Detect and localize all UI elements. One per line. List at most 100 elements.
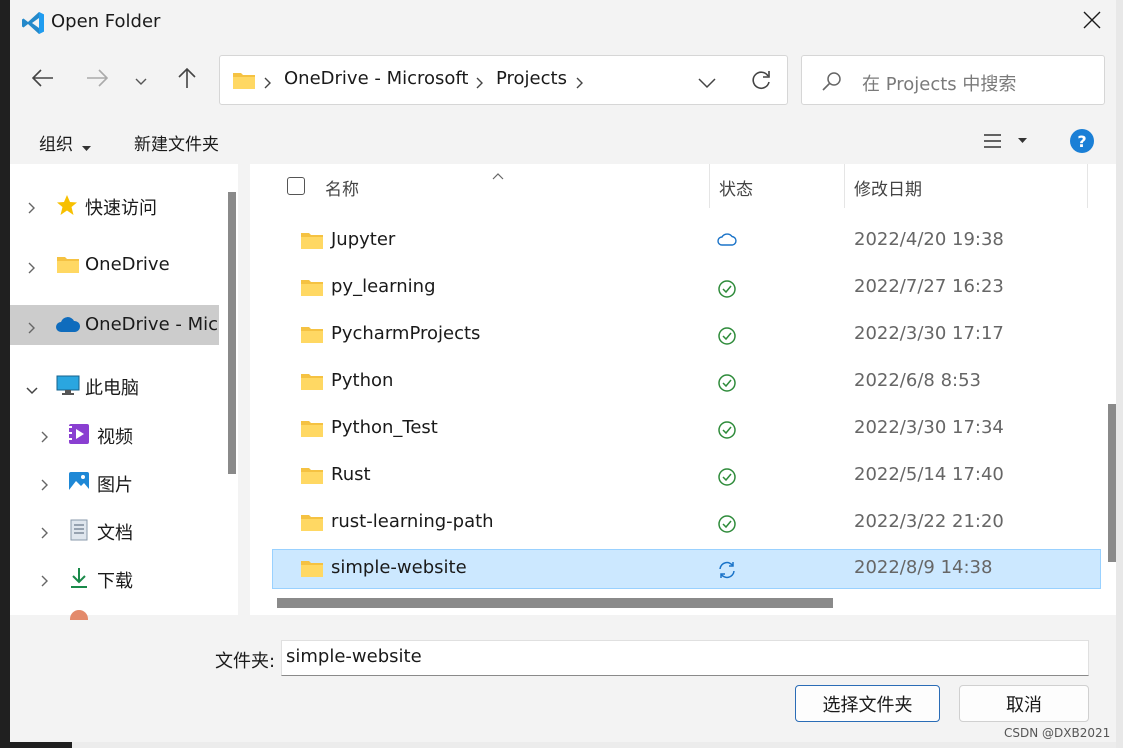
chevron-right-icon[interactable]	[41, 524, 49, 543]
select-folder-button[interactable]: 选择文件夹	[795, 685, 940, 722]
breadcrumb-separator-icon	[476, 74, 484, 93]
file-row[interactable]: Jupyter 2022/4/20 19:38	[272, 221, 1090, 261]
folder-icon	[300, 467, 324, 489]
computer-icon	[56, 374, 80, 400]
file-name: Python_Test	[331, 417, 438, 438]
nav-item-documents[interactable]: 文档	[10, 511, 219, 549]
help-icon[interactable]: ?	[1070, 129, 1094, 153]
search-icon	[822, 71, 842, 95]
file-name: Python	[331, 370, 394, 391]
folder-icon	[232, 70, 256, 94]
back-button[interactable]	[26, 62, 60, 98]
column-divider[interactable]	[709, 164, 710, 208]
window-title: Open Folder	[51, 11, 161, 32]
up-button[interactable]	[170, 62, 204, 98]
nav-item-onedrive[interactable]: OneDrive	[10, 246, 219, 284]
check-circle-icon	[717, 467, 737, 491]
cloud-icon	[55, 317, 81, 337]
chevron-right-icon[interactable]	[28, 259, 36, 278]
column-name[interactable]: 名称	[325, 175, 359, 200]
list-view-icon[interactable]	[982, 131, 1038, 155]
folder-icon	[56, 254, 80, 278]
check-circle-icon	[717, 326, 737, 350]
breadcrumb-separator-icon	[264, 74, 272, 93]
nav-item-videos[interactable]: 视频	[10, 415, 219, 453]
search-placeholder: 在 Projects 中搜索	[862, 74, 1017, 95]
file-modified: 2022/6/8 8:53	[854, 370, 981, 391]
file-modified: 2022/3/30 17:34	[854, 417, 1004, 438]
file-row[interactable]: Rust 2022/5/14 17:40	[272, 456, 1090, 496]
nav-item-downloads[interactable]: 下载	[10, 559, 219, 597]
folder-field-label: 文件夹:	[215, 651, 276, 672]
horizontal-scrollbar-thumb[interactable]	[277, 598, 833, 608]
column-modified[interactable]: 修改日期	[854, 175, 922, 200]
folder-icon	[300, 279, 324, 301]
breadcrumb-separator-icon[interactable]	[576, 74, 584, 93]
vscode-icon	[20, 10, 46, 36]
nav-label: OneDrive - Microsoft	[85, 314, 219, 335]
search-field[interactable]: 在 Projects 中搜索	[801, 55, 1105, 105]
refresh-icon[interactable]	[750, 69, 772, 95]
nav-scrollbar-thumb[interactable]	[228, 192, 236, 474]
file-list: 名称 状态 修改日期 Jupyter 2022/4/20 19:38 py_le…	[250, 164, 1116, 615]
video-icon	[68, 423, 90, 449]
nav-item-this-pc[interactable]: 此电脑	[10, 366, 219, 404]
arrow-right-icon	[86, 69, 109, 91]
organize-menu[interactable]: 组织	[39, 130, 73, 155]
recent-locations-button[interactable]	[124, 62, 158, 98]
chevron-right-icon[interactable]	[28, 319, 36, 338]
nav-item-pictures[interactable]: 图片	[10, 463, 219, 501]
folder-name-input[interactable]: simple-website	[281, 640, 1089, 676]
nav-item-quick-access[interactable]: 快速访问	[10, 186, 219, 224]
file-modified: 2022/8/9 14:38	[854, 557, 993, 578]
file-row[interactable]: Python 2022/6/8 8:53	[272, 362, 1090, 402]
chevron-right-icon[interactable]	[41, 476, 49, 495]
sync-icon	[717, 560, 737, 584]
background-window-edge	[1116, 0, 1123, 748]
nav-label: 下载	[97, 571, 133, 592]
column-divider[interactable]	[1087, 164, 1088, 208]
file-row-selected[interactable]: simple-website 2022/8/9 14:38	[272, 549, 1101, 589]
column-divider[interactable]	[844, 164, 845, 208]
file-modified: 2022/7/27 16:23	[854, 276, 1004, 297]
arrow-up-icon	[177, 67, 197, 93]
file-name: Jupyter	[331, 229, 396, 250]
breadcrumb-onedrive-microsoft[interactable]: OneDrive - Microsoft	[284, 68, 469, 89]
chevron-right-icon[interactable]	[41, 428, 49, 447]
file-name: simple-website	[331, 557, 467, 578]
background-window	[72, 742, 1116, 748]
chevron-down-icon[interactable]	[26, 380, 38, 399]
nav-label: 文档	[97, 523, 133, 544]
select-all-checkbox[interactable]	[287, 177, 305, 195]
file-row[interactable]: py_learning 2022/7/27 16:23	[272, 268, 1090, 308]
vertical-scrollbar-thumb[interactable]	[1108, 404, 1116, 562]
folder-icon	[300, 420, 324, 442]
title-bar: Open Folder	[10, 0, 1116, 44]
check-circle-icon	[717, 373, 737, 397]
address-bar[interactable]: OneDrive - Microsoft Projects	[219, 55, 788, 105]
file-row[interactable]: Python_Test 2022/3/30 17:34	[272, 409, 1090, 449]
check-circle-icon	[717, 514, 737, 538]
column-status[interactable]: 状态	[719, 175, 753, 200]
close-button[interactable]	[1072, 6, 1112, 38]
background-window	[0, 44, 10, 748]
new-folder-button[interactable]: 新建文件夹	[134, 130, 219, 155]
cancel-button[interactable]: 取消	[959, 685, 1089, 722]
chevron-right-icon[interactable]	[28, 199, 36, 218]
command-bar: 组织 新建文件夹 ?	[10, 118, 1116, 164]
file-row[interactable]: PycharmProjects 2022/3/30 17:17	[272, 315, 1090, 355]
watermark: CSDN @DXB2021	[1004, 726, 1111, 740]
nav-label: OneDrive	[85, 254, 170, 275]
file-modified: 2022/3/22 21:20	[854, 511, 1004, 532]
check-circle-icon	[717, 279, 737, 303]
chevron-right-icon[interactable]	[41, 572, 49, 591]
forward-button[interactable]	[80, 62, 114, 98]
file-name: PycharmProjects	[331, 323, 481, 344]
picture-icon	[68, 471, 90, 497]
nav-item-onedrive-microsoft[interactable]: OneDrive - Microsoft	[10, 305, 219, 345]
folder-icon	[300, 232, 324, 254]
breadcrumb-projects[interactable]: Projects	[496, 68, 567, 89]
file-row[interactable]: rust-learning-path 2022/3/22 21:20	[272, 503, 1090, 543]
chevron-down-icon[interactable]	[698, 74, 716, 93]
open-folder-dialog: Open Folder OneDrive - Microsoft Project…	[10, 0, 1116, 742]
